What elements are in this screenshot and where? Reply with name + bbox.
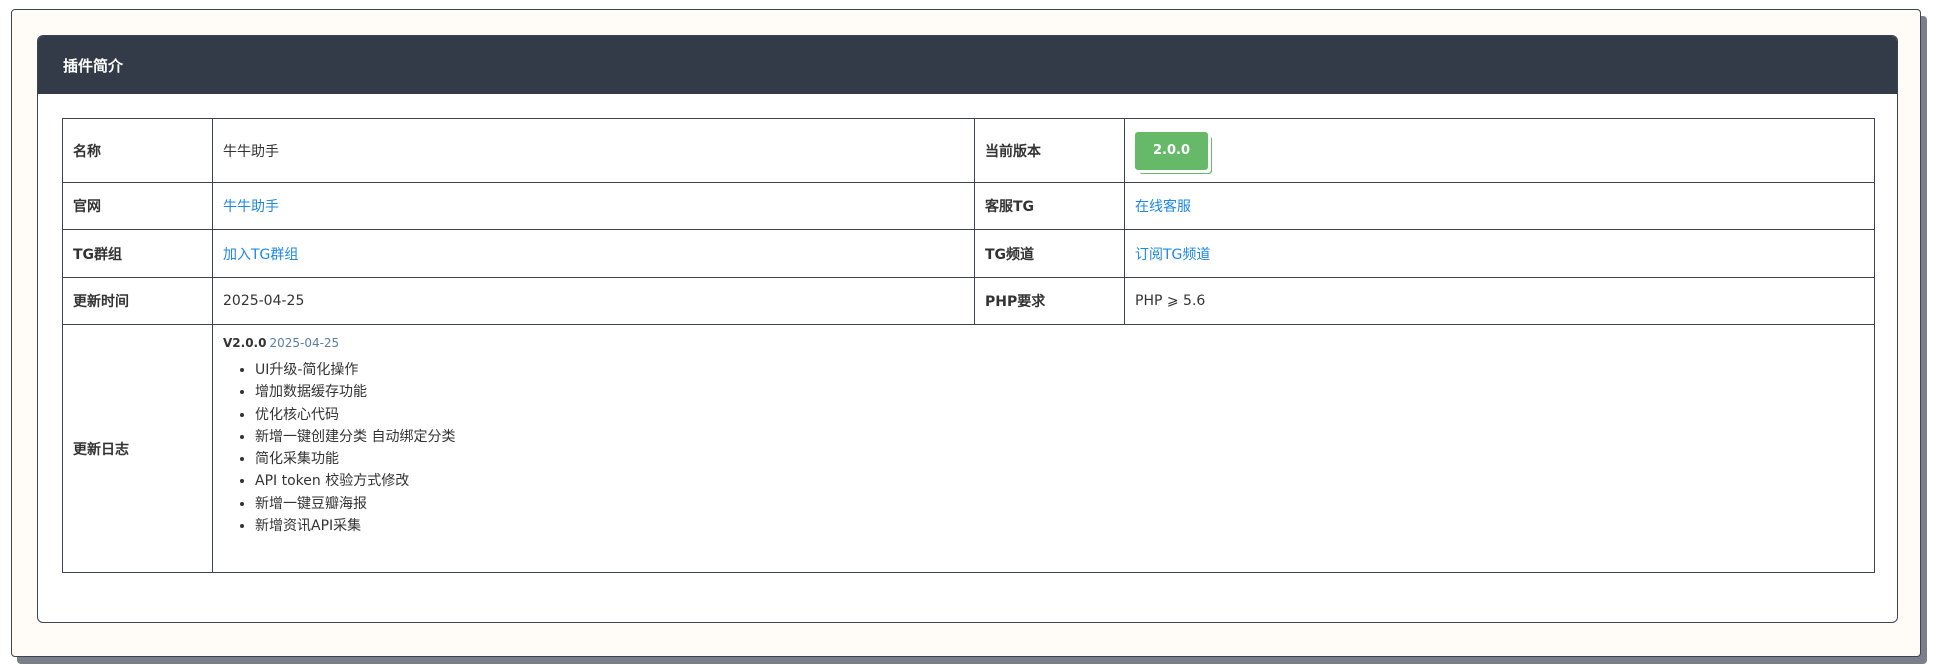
list-item: 新增资讯API采集 <box>255 515 1864 537</box>
changelog-date: 2025-04-25 <box>269 336 340 350</box>
website-link[interactable]: 牛牛助手 <box>223 199 279 215</box>
table-row: 更新时间 2025-04-25 PHP要求 PHP ⩾ 5.6 <box>62 277 1875 325</box>
table-row: 更新日志 V2.0.02025-04-25 UI升级-简化操作 增加数据缓存功能… <box>62 324 1875 573</box>
changelog-version: V2.0.0 <box>223 336 267 350</box>
updated-value: 2025-04-25 <box>212 277 975 325</box>
channel-label: TG频道 <box>974 229 1125 278</box>
support-cell: 在线客服 <box>1124 182 1875 230</box>
group-cell: 加入TG群组 <box>212 229 975 278</box>
page-frame: 插件简介 名称 牛牛助手 当前版本 2.0.0 官网 牛牛助手 客服TG 在线客… <box>11 9 1921 657</box>
updated-label: 更新时间 <box>62 277 213 325</box>
list-item: 新增一键创建分类 自动绑定分类 <box>255 426 1864 448</box>
version-badge: 2.0.0 <box>1135 131 1209 170</box>
php-value: PHP ⩾ 5.6 <box>1124 277 1875 325</box>
group-label: TG群组 <box>62 229 213 278</box>
list-item: UI升级-简化操作 <box>255 359 1864 381</box>
website-cell: 牛牛助手 <box>212 182 975 230</box>
website-label: 官网 <box>62 182 213 230</box>
list-item: API token 校验方式修改 <box>255 470 1864 492</box>
list-item: 优化核心代码 <box>255 404 1864 426</box>
changelog-list: UI升级-简化操作 增加数据缓存功能 优化核心代码 新增一键创建分类 自动绑定分… <box>223 359 1864 537</box>
table-row: TG群组 加入TG群组 TG频道 订阅TG频道 <box>62 229 1875 278</box>
changelog-heading: V2.0.0 2025-04-25 <box>223 335 1864 351</box>
name-value: 牛牛助手 <box>212 118 975 183</box>
list-item: 简化采集功能 <box>255 448 1864 470</box>
panel-header: 插件简介 <box>38 36 1897 94</box>
support-link[interactable]: 在线客服 <box>1135 199 1191 215</box>
name-label: 名称 <box>62 118 213 183</box>
plugin-info-panel: 插件简介 名称 牛牛助手 当前版本 2.0.0 官网 牛牛助手 客服TG 在线客… <box>37 35 1898 623</box>
php-label: PHP要求 <box>974 277 1125 325</box>
subscribe-channel-link[interactable]: 订阅TG频道 <box>1135 247 1210 263</box>
table-row: 官网 牛牛助手 客服TG 在线客服 <box>62 182 1875 230</box>
list-item: 增加数据缓存功能 <box>255 381 1864 403</box>
list-item: 新增一键豆瓣海报 <box>255 493 1864 515</box>
changelog-label: 更新日志 <box>62 324 213 573</box>
version-label: 当前版本 <box>974 118 1125 183</box>
channel-cell: 订阅TG频道 <box>1124 229 1875 278</box>
panel-body: 名称 牛牛助手 当前版本 2.0.0 官网 牛牛助手 客服TG 在线客服 TG群… <box>38 94 1897 573</box>
version-cell: 2.0.0 <box>1124 118 1875 183</box>
support-label: 客服TG <box>974 182 1125 230</box>
plugin-info-table: 名称 牛牛助手 当前版本 2.0.0 官网 牛牛助手 客服TG 在线客服 TG群… <box>62 118 1875 573</box>
panel-title: 插件简介 <box>63 56 124 75</box>
join-group-link[interactable]: 加入TG群组 <box>223 247 298 263</box>
table-row: 名称 牛牛助手 当前版本 2.0.0 <box>62 118 1875 183</box>
changelog-cell: V2.0.02025-04-25 UI升级-简化操作 增加数据缓存功能 优化核心… <box>212 324 1875 573</box>
